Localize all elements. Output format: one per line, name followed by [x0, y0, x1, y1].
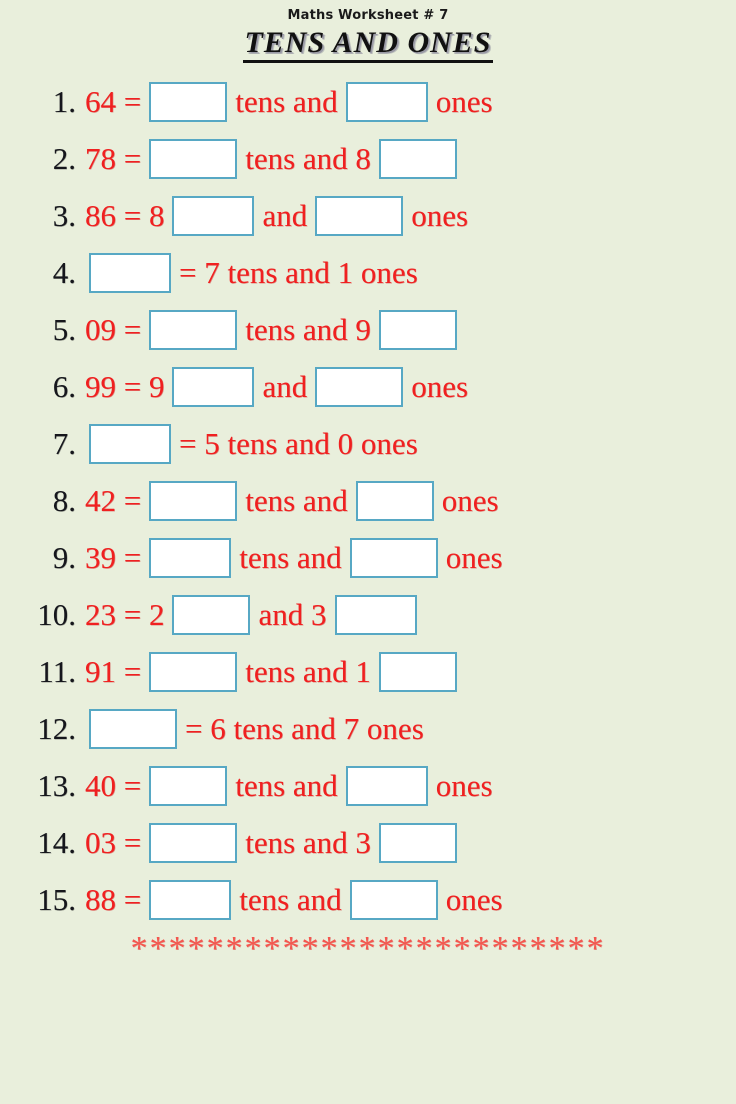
- problem-row: 5. 09 = tens and 9: [30, 301, 726, 358]
- problem-row: 15. 88 = tens and ones: [30, 871, 726, 928]
- problem-text: = 5 tens and 0 ones: [179, 425, 418, 461]
- problem-number: 2.: [52, 140, 76, 176]
- problem-number: 11.: [38, 653, 76, 689]
- asterisk-divider: *************************: [130, 930, 606, 967]
- problem-row: 1. 64 = tens and ones: [30, 73, 726, 130]
- problem-text: ones: [445, 881, 503, 917]
- problem-text: tens and 1: [245, 653, 371, 689]
- problem-number: 13.: [37, 767, 76, 803]
- answer-blank-box[interactable]: [349, 879, 438, 920]
- problem-text: tens and: [239, 881, 342, 917]
- answer-blank-box[interactable]: [89, 252, 171, 293]
- answer-blank-box[interactable]: [149, 765, 228, 806]
- answer-blank-box[interactable]: [349, 537, 438, 578]
- problem-number: 4.: [52, 254, 76, 290]
- problem-number: 1.: [52, 83, 76, 119]
- problem-text: tens and: [235, 767, 338, 803]
- problem-row: 2. 78 = tens and 8: [30, 130, 726, 187]
- problem-text: tens and 3: [245, 824, 371, 860]
- answer-blank-box[interactable]: [315, 195, 404, 236]
- answer-blank-box[interactable]: [149, 879, 232, 920]
- answer-blank-box[interactable]: [378, 309, 457, 350]
- problem-text: tens and: [245, 482, 348, 518]
- problem-text: ones: [411, 197, 469, 233]
- problem-text: tens and: [235, 83, 338, 119]
- problem-text: and 3: [258, 596, 327, 632]
- answer-blank-box[interactable]: [89, 708, 177, 749]
- answer-blank-box[interactable]: [172, 195, 255, 236]
- answer-blank-box[interactable]: [334, 594, 417, 635]
- problem-row: 13. 40 = tens and ones: [30, 757, 726, 814]
- problem-row: 4. = 7 tens and 1 ones: [30, 244, 726, 301]
- problem-number: 14.: [37, 824, 76, 860]
- problem-list: 1. 64 = tens and ones 2. 78 = tens and 8 3. 86 =…: [0, 73, 736, 928]
- problem-row: 10. 23 = 2 and 3: [30, 586, 726, 643]
- problem-text: = 7 tens and 1 ones: [179, 254, 418, 290]
- answer-blank-box[interactable]: [149, 537, 232, 578]
- page-title: TENS AND ONES: [242, 27, 494, 63]
- problem-text: 99 = 9: [85, 368, 165, 404]
- answer-blank-box[interactable]: [149, 480, 238, 521]
- problem-number: 7.: [52, 425, 76, 461]
- problem-text: 03 =: [85, 824, 142, 860]
- answer-blank-box[interactable]: [172, 594, 251, 635]
- answer-blank-box[interactable]: [355, 480, 434, 521]
- answer-blank-box[interactable]: [149, 309, 238, 350]
- answer-blank-box[interactable]: [149, 822, 238, 863]
- problem-text: 09 =: [85, 311, 142, 347]
- problem-number: 6.: [52, 368, 76, 404]
- problem-number: 15.: [37, 881, 76, 917]
- worksheet-label: Maths Worksheet # 7: [287, 8, 449, 23]
- problem-text: ones: [411, 368, 469, 404]
- problem-text: = 6 tens and 7 ones: [185, 710, 424, 746]
- problem-text: tens and: [239, 539, 342, 575]
- problem-text: tens and 8: [245, 140, 371, 176]
- problem-row: 7. = 5 tens and 0 ones: [30, 415, 726, 472]
- problem-text: and: [262, 197, 308, 233]
- answer-blank-box[interactable]: [378, 822, 457, 863]
- answer-blank-box[interactable]: [345, 765, 428, 806]
- problem-text: 86 = 8: [85, 197, 165, 233]
- answer-blank-box[interactable]: [149, 138, 238, 179]
- answer-blank-box[interactable]: [149, 651, 238, 692]
- problem-text: 40 =: [85, 767, 142, 803]
- problem-row: 3. 86 = 8 and ones: [30, 187, 726, 244]
- problem-text: 64 =: [85, 83, 142, 119]
- problem-text: ones: [435, 767, 493, 803]
- problem-number: 12.: [37, 710, 76, 746]
- problem-number: 10.: [37, 596, 76, 632]
- problem-number: 8.: [52, 482, 76, 518]
- problem-text: 91 =: [85, 653, 142, 689]
- answer-blank-box[interactable]: [315, 366, 404, 407]
- problem-row: 9. 39 = tens and ones: [30, 529, 726, 586]
- problem-text: 78 =: [85, 140, 142, 176]
- answer-blank-box[interactable]: [149, 81, 228, 122]
- problem-row: 6. 99 = 9 and ones: [30, 358, 726, 415]
- problem-text: ones: [441, 482, 499, 518]
- problem-text: 39 =: [85, 539, 142, 575]
- answer-blank-box[interactable]: [345, 81, 428, 122]
- problem-text: ones: [435, 83, 493, 119]
- problem-row: 8. 42 = tens and ones: [30, 472, 726, 529]
- problem-number: 9.: [52, 539, 76, 575]
- problem-text: ones: [445, 539, 503, 575]
- problem-text: tens and 9: [245, 311, 371, 347]
- problem-text: 42 =: [85, 482, 142, 518]
- answer-blank-box[interactable]: [378, 138, 457, 179]
- worksheet-page: Maths Worksheet # 7 TENS AND ONES 1. 64 =…: [0, 0, 736, 1104]
- answer-blank-box[interactable]: [89, 423, 171, 464]
- worksheet-footer: *************************: [0, 932, 736, 966]
- problem-text: and: [262, 368, 308, 404]
- problem-row: 12. = 6 tens and 7 ones: [30, 700, 726, 757]
- problem-number: 5.: [52, 311, 76, 347]
- answer-blank-box[interactable]: [172, 366, 255, 407]
- problem-number: 3.: [52, 197, 76, 233]
- problem-row: 14. 03 = tens and 3: [30, 814, 726, 871]
- worksheet-header: Maths Worksheet # 7 TENS AND ONES: [0, 0, 736, 63]
- problem-row: 11. 91 = tens and 1: [30, 643, 726, 700]
- problem-text: 88 =: [85, 881, 142, 917]
- problem-text: 23 = 2: [85, 596, 165, 632]
- answer-blank-box[interactable]: [378, 651, 457, 692]
